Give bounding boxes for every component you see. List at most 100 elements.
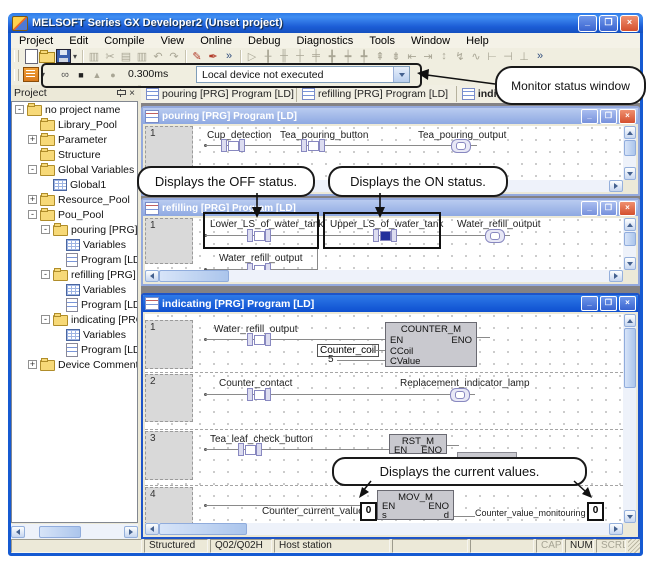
- closed-contact-icon[interactable]: ╫: [276, 49, 292, 63]
- tree-expander[interactable]: -: [28, 165, 37, 174]
- indicating-hscrollbar[interactable]: [145, 523, 623, 535]
- close-button[interactable]: ×: [619, 296, 636, 311]
- counter-function-block[interactable]: COUNTER_M EN ENO CCoil CValue: [385, 322, 477, 367]
- falling-pulse-branch-icon[interactable]: ⇤: [404, 49, 420, 63]
- menu-compile[interactable]: Compile: [96, 35, 152, 47]
- open-contact-symbol[interactable]: [247, 388, 271, 401]
- tree-expander[interactable]: -: [15, 105, 24, 114]
- tree-expander[interactable]: -: [41, 315, 50, 324]
- minimize-button[interactable]: _: [581, 109, 598, 124]
- tree-item-pouring-prg[interactable]: -pouring [PRG]: [12, 222, 137, 237]
- print-icon[interactable]: ▥: [86, 49, 102, 63]
- ladder-more-chevron[interactable]: »: [532, 49, 548, 63]
- resize-grip[interactable]: [628, 539, 640, 553]
- scroll-left-icon[interactable]: [145, 270, 159, 282]
- paste-icon[interactable]: ▥: [134, 49, 150, 63]
- close-button[interactable]: ×: [620, 15, 639, 32]
- close-button[interactable]: ×: [619, 201, 636, 216]
- open-branch-icon[interactable]: ┼: [292, 49, 308, 63]
- source-current-value[interactable]: 0: [360, 502, 377, 521]
- monitor-stop-icon[interactable]: ■: [73, 68, 89, 82]
- menu-online[interactable]: Online: [192, 35, 240, 47]
- tree-expander[interactable]: -: [41, 225, 50, 234]
- scroll-up-icon[interactable]: [624, 218, 636, 231]
- tree-expander[interactable]: +: [28, 360, 37, 369]
- save-project-icon[interactable]: [55, 49, 71, 63]
- scroll-right-icon[interactable]: [609, 270, 623, 282]
- monitor-mode-icon[interactable]: ∞: [57, 68, 73, 82]
- open-contact-icon[interactable]: ╂: [260, 49, 276, 63]
- tree-item-pouring-variables[interactable]: Variables: [12, 237, 137, 252]
- tree-item-refilling-prg[interactable]: -refilling [PRG]: [12, 267, 137, 282]
- pulse-contact-icon[interactable]: ⊢: [484, 49, 500, 63]
- open-contact-symbol[interactable]: [247, 229, 271, 242]
- vertical-line-icon[interactable]: ⇥: [420, 49, 436, 63]
- open-contact-symbol[interactable]: [238, 443, 262, 456]
- closed-contact-symbol-on[interactable]: [373, 229, 397, 242]
- coil-icon[interactable]: ╋: [324, 49, 340, 63]
- tree-item-parameter[interactable]: +Parameter: [12, 132, 137, 147]
- scroll-down-icon[interactable]: [624, 510, 636, 523]
- indicating-ladder-editor[interactable]: 1 Water_refill_output COUNTER_M EN ENO C…: [145, 314, 623, 523]
- cut-icon[interactable]: ✂: [102, 49, 118, 63]
- tree-item-indicating-variables[interactable]: Variables: [12, 327, 137, 342]
- counter-coil-varbox[interactable]: Counter_coil: [317, 344, 379, 357]
- refilling-vscrollbar[interactable]: [623, 218, 636, 270]
- minimize-button[interactable]: _: [578, 15, 597, 32]
- redo-icon[interactable]: ↷: [166, 49, 182, 63]
- tree-expander[interactable]: -: [41, 270, 50, 279]
- open-project-icon[interactable]: [39, 49, 55, 63]
- refilling-ladder-editor[interactable]: 1 Lower_LS_of_water_tank Upper_LS_of_wat…: [145, 218, 623, 270]
- maximize-button[interactable]: ❐: [599, 15, 618, 32]
- program-monitor-list-icon[interactable]: [23, 68, 39, 82]
- application-instruction-icon[interactable]: ┿: [340, 49, 356, 63]
- device-status-combobox[interactable]: Local device not executed: [196, 66, 410, 83]
- coil-symbol[interactable]: [485, 229, 505, 243]
- open-contact-symbol[interactable]: [247, 263, 271, 270]
- scroll-right-icon[interactable]: [609, 180, 623, 192]
- scroll-right-icon[interactable]: [124, 526, 138, 538]
- tree-item-indicating-prg[interactable]: -indicating [PRG]: [12, 312, 137, 327]
- new-file-icon[interactable]: [23, 49, 39, 63]
- maximize-button[interactable]: ❐: [600, 296, 617, 311]
- tree-item-refilling-program[interactable]: Program [LD]: [12, 297, 137, 312]
- menu-view[interactable]: View: [153, 35, 193, 47]
- tree-item-refilling-variables[interactable]: Variables: [12, 282, 137, 297]
- comparison-box-icon[interactable]: ⊣: [500, 49, 516, 63]
- minimize-button[interactable]: _: [581, 201, 598, 216]
- convert-icon[interactable]: ✎: [189, 49, 205, 63]
- open-contact-symbol[interactable]: [221, 139, 245, 152]
- tree-item-library-pool[interactable]: Library_Pool: [12, 117, 137, 132]
- horizontal-line-icon[interactable]: ↕: [436, 49, 452, 63]
- toolbar-grip[interactable]: [14, 69, 19, 81]
- indicating-vscrollbar[interactable]: [623, 314, 636, 523]
- tree-expander[interactable]: -: [28, 210, 37, 219]
- tree-item-structure[interactable]: Structure: [12, 147, 137, 162]
- tree-expander[interactable]: +: [28, 195, 37, 204]
- rising-pulse-branch-icon[interactable]: ⇟: [388, 49, 404, 63]
- refilling-hscrollbar[interactable]: [145, 270, 623, 282]
- panel-close-icon[interactable]: ×: [129, 89, 135, 98]
- wire-mode-icon[interactable]: ⊥: [516, 49, 532, 63]
- save-dropdown-caret[interactable]: ▾: [71, 49, 79, 63]
- scroll-up-icon[interactable]: [624, 126, 636, 139]
- refilling-titlebar[interactable]: refilling [PRG] Program [LD] _ ❐ ×: [143, 200, 638, 216]
- combobox-dropdown-button[interactable]: [393, 67, 409, 82]
- closed-branch-icon[interactable]: ╪: [308, 49, 324, 63]
- tree-item-global1[interactable]: Global1: [12, 177, 137, 192]
- tree-item-global-variables[interactable]: -Global Variables: [12, 162, 137, 177]
- pouring-titlebar[interactable]: pouring [PRG] Program [LD] _ ❐ ×: [143, 108, 638, 124]
- monitor-pause-icon[interactable]: ●: [105, 68, 121, 82]
- tab-refilling[interactable]: refilling [PRG] Program [LD]: [297, 86, 457, 102]
- coil-symbol[interactable]: [451, 139, 471, 153]
- rst-function-block[interactable]: RST_M EN ENO: [389, 434, 447, 454]
- toolbar-grip[interactable]: [14, 50, 19, 62]
- tree-item-device-comment[interactable]: +Device Comment: [12, 357, 137, 372]
- menu-help[interactable]: Help: [458, 35, 497, 47]
- menu-project[interactable]: Project: [11, 35, 61, 47]
- tree-item-root[interactable]: -no project name: [12, 102, 137, 117]
- rising-pulse-icon[interactable]: ╇: [356, 49, 372, 63]
- menu-debug[interactable]: Debug: [240, 35, 288, 47]
- scroll-left-icon[interactable]: [145, 523, 159, 535]
- delete-vertical-line-icon[interactable]: ↯: [452, 49, 468, 63]
